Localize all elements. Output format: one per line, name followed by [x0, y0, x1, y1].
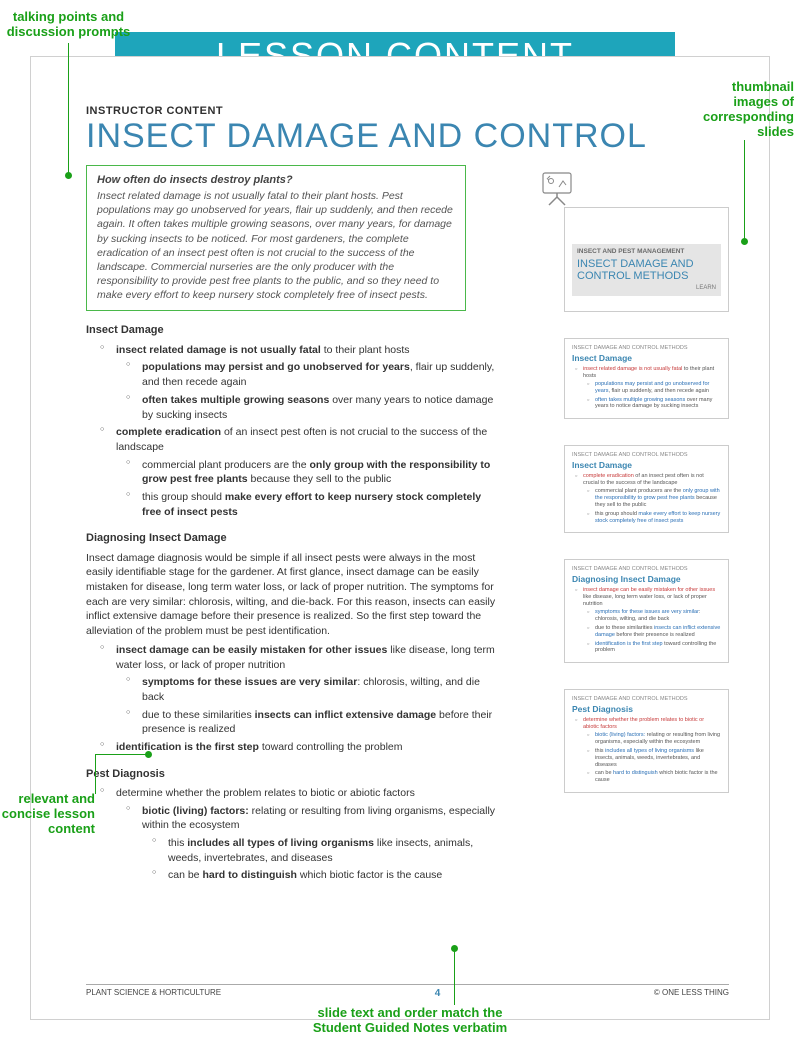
slide-thumbnail-3: INSECT DAMAGE AND CONTROL METHODS Insect…: [564, 445, 729, 533]
list-item: symptoms for these issues are very simil…: [130, 675, 501, 704]
annot-dot-tr: [741, 238, 748, 245]
intro-body: Insect related damage is not usually fat…: [97, 189, 455, 302]
page-footer: PLANT SCIENCE & HORTICULTURE 4 © ONE LES…: [86, 984, 729, 999]
slide-thumbnail-5: INSECT DAMAGE AND CONTROL METHODS Pest D…: [564, 689, 729, 793]
annot-line-ml: [95, 754, 147, 755]
annot-line-ml2: [95, 754, 96, 794]
slide-thumbnail-4: INSECT DAMAGE AND CONTROL METHODS Diagno…: [564, 559, 729, 663]
page-number: 4: [435, 988, 441, 999]
list-item: due to these similarities insects can in…: [130, 708, 501, 737]
list-item: biotic (living) factors: relating or res…: [130, 804, 501, 883]
instructor-content-label: INSTRUCTOR CONTENT: [86, 105, 729, 117]
annot-line-b: [454, 950, 455, 1005]
list-item: populations may persist and go unobserve…: [130, 360, 501, 389]
list-item: insect related damage is not usually fat…: [104, 343, 501, 422]
annot-dot-b: [451, 945, 458, 952]
section-head-2: Diagnosing Insect Damage: [86, 531, 501, 546]
annot-dot-tl: [65, 172, 72, 179]
annot-line-tr: [744, 140, 745, 240]
annot-bottom: slide text and order match theStudent Gu…: [290, 1006, 530, 1036]
intro-question: How often do insects destroy plants?: [97, 174, 455, 186]
annot-mid-left: relevant andconcise lessoncontent: [0, 792, 95, 837]
annot-line-tl: [68, 43, 69, 173]
list-item: determine whether the problem relates to…: [104, 786, 501, 883]
annot-dot-ml: [145, 751, 152, 758]
annot-top-right: thumbnailimages ofcorrespondingslides: [689, 80, 794, 140]
list-item: complete eradication of an insect pest o…: [104, 425, 501, 519]
footer-right: © ONE LESS THING: [654, 988, 729, 999]
list-item: commercial plant producers are the only …: [130, 458, 501, 487]
content-column: Insect Damage insect related damage is n…: [86, 323, 501, 883]
section-head-3: Pest Diagnosis: [86, 767, 501, 782]
list-item: insect damage can be easily mistaken for…: [104, 643, 501, 737]
slide-thumbnail-1: INSECT AND PEST MANAGEMENT INSECT DAMAGE…: [564, 207, 729, 312]
list-item: can be hard to distinguish which biotic …: [156, 868, 501, 883]
slide-thumbnail-2: INSECT DAMAGE AND CONTROL METHODS Insect…: [564, 338, 729, 419]
section-head-1: Insect Damage: [86, 323, 501, 338]
annot-top-left: talking points anddiscussion prompts: [6, 10, 131, 40]
page-title: INSECT DAMAGE AND CONTROL: [86, 119, 729, 153]
intro-box: How often do insects destroy plants? Ins…: [86, 165, 466, 311]
list-item: often takes multiple growing seasons ove…: [130, 393, 501, 422]
section-2-paragraph: Insect damage diagnosis would be simple …: [86, 551, 501, 639]
list-item: this includes all types of living organi…: [156, 836, 501, 865]
list-item: this group should make every effort to k…: [130, 490, 501, 519]
easel-icon: [539, 169, 579, 207]
page-frame: INSTRUCTOR CONTENT INSECT DAMAGE AND CON…: [30, 56, 770, 1020]
thumbnail-column: INSECT AND PEST MANAGEMENT INSECT DAMAGE…: [564, 207, 729, 819]
footer-left: PLANT SCIENCE & HORTICULTURE: [86, 988, 221, 999]
list-item: identification is the first step toward …: [104, 740, 501, 755]
